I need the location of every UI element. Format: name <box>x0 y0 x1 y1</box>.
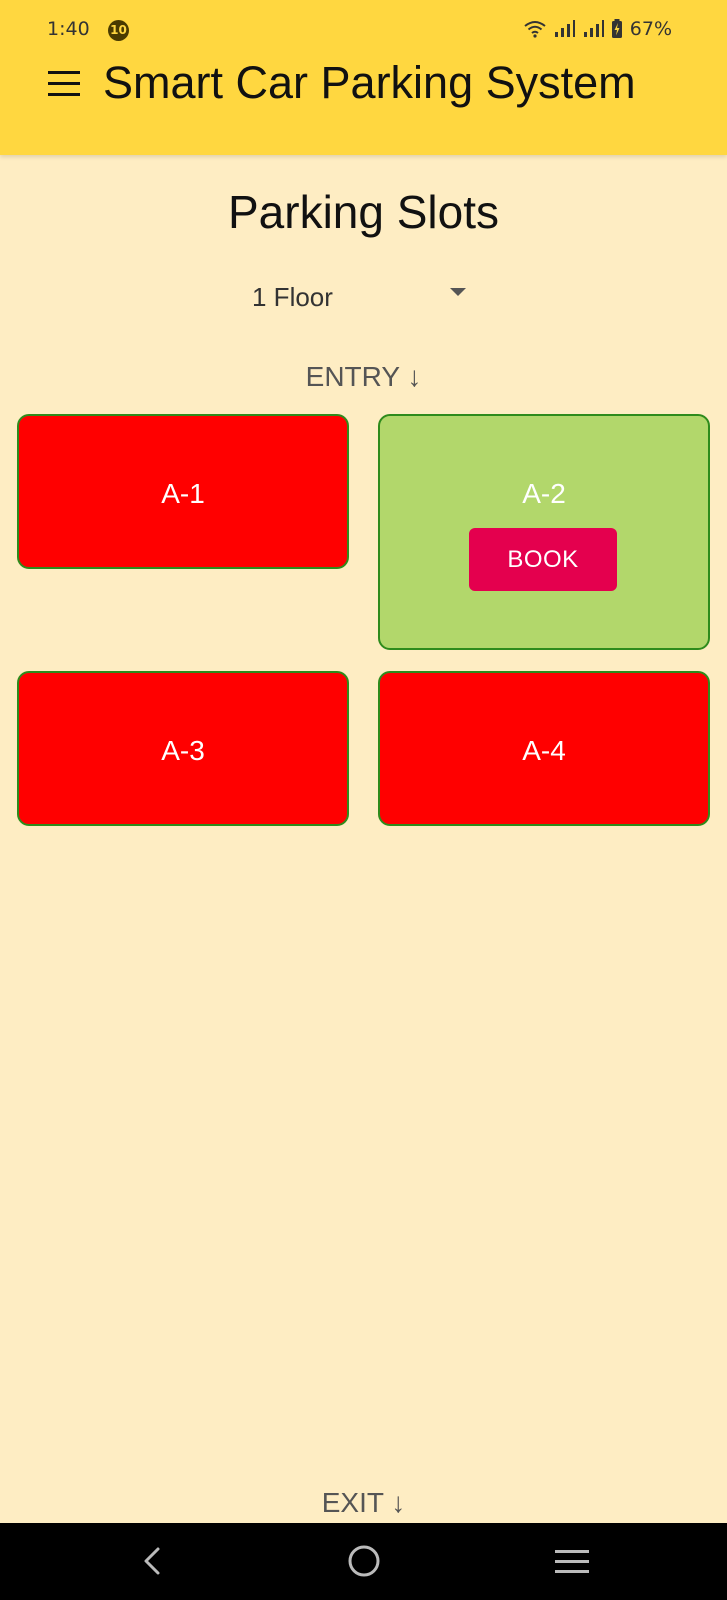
signal-icon-2 <box>582 20 604 38</box>
wifi-icon <box>524 20 546 38</box>
status-icons: 67% <box>524 18 672 40</box>
parking-slot-a3[interactable]: A-3 <box>17 671 349 826</box>
entry-label: ENTRY ↓ <box>305 361 422 392</box>
app-header: 1:40 10 67% Smart Car Parking System <box>0 0 727 155</box>
app-toolbar: Smart Car Parking System <box>0 55 727 115</box>
floor-select[interactable]: 1 Floor <box>240 278 480 318</box>
dropdown-caret-icon <box>450 288 466 296</box>
slot-label: A-4 <box>522 735 566 766</box>
exit-label: EXIT ↓ <box>321 1487 406 1518</box>
battery-icon <box>611 19 623 39</box>
slot-label: A-2 <box>522 478 566 509</box>
floor-select-value: 1 Floor <box>252 282 333 312</box>
slot-label: A-3 <box>161 735 205 766</box>
hamburger-menu-icon[interactable] <box>48 65 84 101</box>
system-nav-bar <box>0 1523 727 1600</box>
status-time: 1:40 <box>47 18 90 40</box>
back-chevron-icon[interactable] <box>131 1539 175 1583</box>
app-title: Smart Car Parking System <box>103 57 636 108</box>
parking-slot-a1[interactable]: A-1 <box>17 414 349 569</box>
slot-label: A-1 <box>161 478 205 509</box>
notification-count-badge: 10 <box>108 20 129 41</box>
page-title: Parking Slots <box>227 186 499 238</box>
book-button[interactable]: BOOK <box>469 528 617 591</box>
recents-lines-icon[interactable] <box>550 1539 594 1583</box>
home-circle-icon[interactable] <box>342 1539 386 1583</box>
signal-icon <box>553 20 575 38</box>
status-bar: 1:40 10 67% <box>0 0 727 60</box>
parking-slot-a2[interactable]: A-2 BOOK <box>378 414 710 650</box>
battery-percentage: 67% <box>629 18 672 40</box>
parking-slot-a4[interactable]: A-4 <box>378 671 710 826</box>
